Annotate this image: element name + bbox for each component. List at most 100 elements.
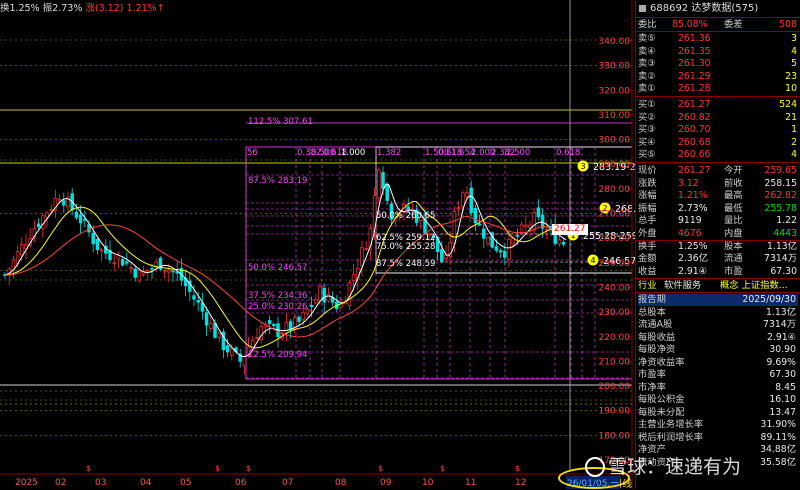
fibonacci-labels: 112.5% 307.6156 0.3820.5000.6181.000 1.382… (247, 117, 635, 360)
candle-body (74, 211, 79, 218)
bid-price: 260.82 (678, 111, 711, 123)
event-marker: $ (246, 464, 251, 473)
candle-body (318, 286, 322, 302)
divider (636, 17, 800, 18)
fib-time-label: 2.500 (506, 148, 530, 158)
candle-body (49, 208, 53, 211)
finance-info-key: 主营业务增长率 (638, 419, 704, 430)
candle-body (452, 210, 457, 244)
ask-row[interactable]: 卖⑤ 261.36 3 (638, 33, 800, 45)
quote-value: 255.78 (764, 202, 797, 214)
candle-body (498, 250, 503, 253)
candle-body (515, 235, 520, 237)
snowball-logo-icon (585, 457, 605, 477)
quote-row: 涨跌 3.12 前收 258.15 (638, 178, 800, 190)
quote-value: 3.12 (678, 177, 699, 189)
quote-value: 4676 (678, 228, 702, 239)
axis-price-label: 180.00 (599, 431, 631, 441)
quote-key: 涨跌 (638, 177, 657, 189)
candle-body (314, 299, 318, 304)
quote-key: 总手 (638, 215, 657, 227)
candle-body (507, 238, 511, 260)
ask-row[interactable]: 卖② 261.29 23 (638, 71, 800, 83)
bid-row[interactable]: 买④ 260.68 2 (638, 137, 800, 149)
bid-volume: 1 (791, 124, 797, 135)
industry-row[interactable]: 行业 软件服务 概念 上证指数... (638, 280, 800, 292)
candle-body (456, 207, 461, 210)
candle-body (503, 250, 507, 258)
quote-key: 金额 (638, 253, 657, 265)
candle-body (267, 320, 272, 324)
finance-info-value: 34.88亿 (760, 444, 796, 455)
divider (636, 31, 800, 32)
finance-info-value: 8.45 (775, 381, 796, 393)
industry-value[interactable]: 软件服务 (664, 280, 701, 292)
quote-key: 最低 (724, 202, 743, 214)
quote-value: 1.22 (776, 215, 797, 227)
kline-chart-area[interactable]: 112.5% 307.61 56 0.382 0.500 0.618 1.000 1.382… (0, 0, 635, 490)
candle-body (284, 322, 289, 334)
candle-body (326, 293, 331, 302)
ask-label: 卖④ (638, 45, 656, 57)
watermark: 雪球：速递有为 (585, 452, 741, 479)
axis-price-label: 330.00 (599, 62, 631, 72)
concept-value[interactable]: 概念 上证指数... (720, 280, 788, 292)
finance-info-key: 税后利润增长率 (638, 431, 704, 443)
weibi-row: 委比 85.08% 委差 508 (638, 19, 800, 31)
finance-info-value: 13.47 (769, 406, 796, 418)
candle-body (309, 304, 314, 307)
quote-key: 今开 (724, 165, 743, 176)
candle-body (347, 281, 352, 307)
fib-level-label: 37.5% 234.36 (248, 291, 307, 301)
ask-row[interactable]: 卖① 261.28 10 (638, 83, 800, 95)
bid-row[interactable]: 买③ 260.70 1 (638, 124, 800, 136)
bid-row[interactable]: 买② 260.82 21 (638, 112, 800, 124)
bid-row[interactable]: 买⑤ 260.66 4 (638, 149, 800, 161)
stock-flag-icon (639, 5, 646, 12)
candle-body (465, 192, 469, 198)
candle-body (78, 214, 83, 224)
finance-info-value: 35.58亿 (760, 456, 796, 468)
stock-header[interactable]: 688692 达梦数据(575) (636, 0, 800, 17)
ask-row[interactable]: 卖④ 261.35 4 (638, 46, 800, 58)
candle-body (167, 269, 171, 273)
candle-body (444, 255, 448, 259)
finance-info-key: 报告期 (638, 294, 666, 305)
ask-volume: 10 (785, 83, 797, 94)
candle-body (364, 248, 368, 250)
time-axis-label: 11 (465, 478, 476, 488)
axis-price-label: 310.00 (599, 111, 631, 121)
ask-price: 261.35 (678, 45, 711, 57)
ask-label: 卖② (638, 70, 656, 82)
candle-body (95, 238, 100, 251)
finance-info-key: 净资收益率 (638, 356, 685, 368)
time-axis-label: 06 (235, 478, 247, 488)
weicha-label: 委差 (724, 19, 743, 30)
kline-chart-svg[interactable]: 112.5% 307.6156 0.3820.5000.6181.000 1.382… (0, 0, 635, 489)
price-tag-value: 261.27 (554, 224, 586, 234)
axis-price-label: 270.00 (599, 210, 631, 220)
quote-key: 涨幅 (638, 190, 657, 202)
candle-body (133, 268, 137, 278)
candle-body (45, 212, 49, 218)
finance-info-key: 每股收益 (638, 331, 676, 343)
finance-info-row: 报告期 2025/09/30 (638, 294, 798, 307)
bid-volume: 524 (779, 99, 797, 110)
axis-price-label: 220.00 (599, 333, 631, 343)
candle-body (528, 224, 532, 228)
axis-price-label: 230.00 (599, 308, 631, 318)
quote-panel: 688692 达梦数据(575) 委比 85.08% 委差 508 卖⑤ 261.… (635, 0, 800, 489)
bid-label: 买③ (638, 124, 656, 135)
axis-price-label: 240.00 (599, 283, 631, 293)
time-axis-label: 2025 (15, 478, 38, 488)
finance-info-value: 1.13亿 (766, 306, 796, 318)
quote-row: 金额 2.36亿 流通 7314万 (638, 253, 800, 265)
finance-info-row: 市盈率 67.30 (638, 369, 798, 381)
finance-info-row: 每股未分配 13.47 (638, 407, 798, 419)
candle-body (536, 207, 541, 218)
chart-topbar: 换1.25% 振2.73% 涨(3.12) 1.21%↑ (0, 0, 165, 18)
bid-row[interactable]: 买① 261.27 524 (638, 99, 800, 111)
fib-level-label: 75.0% 255.28 (376, 242, 435, 252)
fib-level-label: 87.5% 283.19 (248, 176, 307, 186)
ask-row[interactable]: 卖③ 261.30 5 (638, 58, 800, 70)
